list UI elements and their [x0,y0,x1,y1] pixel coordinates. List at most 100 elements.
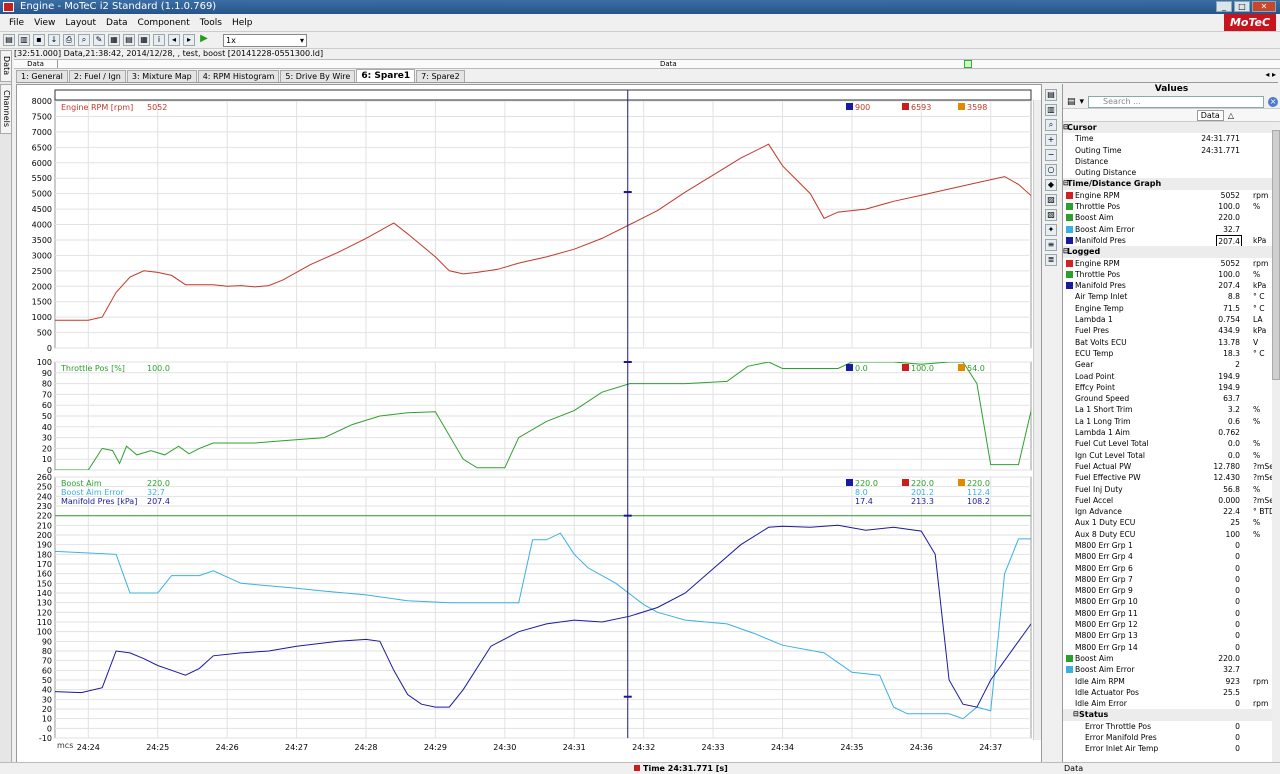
zoom-reset-icon[interactable]: ○ [1045,164,1057,176]
value-row[interactable]: M800 Err Grp 6 0 [1063,563,1280,574]
value-row[interactable]: Fuel Inj Duty 56.8% [1063,484,1280,495]
value-row[interactable]: M800 Err Grp 9 0 [1063,585,1280,596]
value-row[interactable]: Fuel Accel 0.000 ?mSec? [1063,495,1280,506]
value-row[interactable]: Throttle Pos 100.0% [1063,269,1280,280]
clear-search-icon[interactable]: × [1268,96,1279,107]
sort-icon[interactable]: △ [1228,111,1234,120]
value-row[interactable]: Fuel Actual PW 12.780 ?mSec? [1063,461,1280,472]
menu-file[interactable]: File [4,18,29,28]
value-row[interactable]: Gear 2 [1063,359,1280,370]
overlay-icon[interactable]: ▨ [1045,194,1057,206]
value-row[interactable]: M800 Err Grp 7 0 [1063,574,1280,585]
print-icon[interactable]: ⎙ [63,34,75,46]
values-scrollbar[interactable] [1272,124,1280,764]
timeline-marker[interactable] [964,60,972,68]
values-section[interactable]: ⊟ Status [1063,709,1280,721]
value-row[interactable]: Error Throttle Pos 0 [1063,721,1280,732]
value-row[interactable]: M800 Err Grp 10 0 [1063,596,1280,607]
tab-6[interactable]: 6: Spare1 [356,69,416,82]
value-row[interactable]: M800 Err Grp 12 0 [1063,619,1280,630]
edit-icon[interactable]: ✎ [93,34,105,46]
values-scroll-thumb[interactable] [1272,130,1280,380]
value-row[interactable]: Load Point 194.9 [1063,371,1280,382]
value-row[interactable]: Boost Aim 220.0 [1063,653,1280,664]
value-row[interactable]: Distance [1063,156,1280,167]
value-row[interactable]: M800 Err Grp 1 0 [1063,540,1280,551]
zoom-in-icon[interactable]: + [1045,134,1057,146]
menu-data[interactable]: Data [101,18,133,28]
value-row[interactable]: La 1 Long Trim 0.6% [1063,416,1280,427]
value-row[interactable]: Idle Actuator Pos 25.5 [1063,687,1280,698]
value-row[interactable]: Aux 8 Duty ECU 100% [1063,529,1280,540]
graph-properties-icon[interactable]: ▤ [1045,89,1057,101]
tab-5[interactable]: 5: Drive By Wire [280,70,356,82]
layout-icon[interactable]: ▦ [108,34,120,46]
value-row[interactable]: Bat Volts ECU 13.78 V [1063,337,1280,348]
value-row[interactable]: Manifold Pres 207.4 kPa [1063,234,1280,249]
value-row[interactable]: Lambda 1 Aim 0.762 [1063,427,1280,438]
collapse-icon[interactable]: ⊟ [1073,709,1079,720]
zoom-out-icon[interactable]: − [1045,149,1057,161]
tab-7[interactable]: 7: Spare2 [416,70,465,82]
value-row[interactable]: Time 24:31.771 [1063,133,1280,144]
value-row[interactable]: Idle Aim Error 0 rpm [1063,698,1280,709]
value-row[interactable]: ECU Temp 18.3 ° C [1063,348,1280,359]
close-button[interactable]: ✕ [1252,1,1276,12]
menu-component[interactable]: Component [133,18,195,28]
value-row[interactable]: Error Inlet Air Temp 0 [1063,743,1280,754]
value-row[interactable]: Fuel Cut Level Total 0.0% [1063,438,1280,449]
tab-3[interactable]: 3: Mixture Map [126,70,197,82]
value-row[interactable]: Idle Aim RPM 923 rpm [1063,676,1280,687]
value-row[interactable]: M800 Err Grp 13 0 [1063,630,1280,641]
tab-4[interactable]: 4: RPM Histogram [197,70,280,82]
side-tab-channels[interactable]: Channels [0,84,12,134]
graph-scrollbar[interactable] [1033,100,1041,740]
maximize-button[interactable]: □ [1234,1,1250,12]
split-icon[interactable]: ≡ [1045,239,1057,251]
open-folder-icon[interactable]: ▤ [3,34,15,46]
zoom-icon[interactable]: ⌕ [1045,119,1057,131]
forward-icon[interactable]: ▸ [183,34,195,46]
values-section[interactable]: ⊟ Logged [1063,246,1280,258]
open-file-icon[interactable]: ▥ [18,34,30,46]
download-icon[interactable]: ↓ [48,34,60,46]
value-row[interactable]: Outing Distance [1063,167,1280,178]
zoom-select[interactable]: 1x [223,33,307,47]
value-row[interactable]: Throttle Pos 100.0% [1063,201,1280,212]
value-row[interactable]: Manifold Pres 207.4 kPa [1063,280,1280,291]
print-preview-icon[interactable]: ⌕ [78,34,90,46]
info-icon[interactable]: i [153,34,165,46]
data-timeline[interactable]: Data Data [14,59,1280,69]
tab-2[interactable]: 2: Fuel / Ign [68,70,126,82]
value-row[interactable]: Boost Aim Error 32.7 [1063,224,1280,235]
value-row[interactable]: Engine RPM 5052 rpm [1063,258,1280,269]
tab-scroll-arrows[interactable]: ◂ ▸ [1265,70,1276,79]
table-icon[interactable]: ▤ [123,34,135,46]
value-row[interactable]: Lambda 1 0.754 LA [1063,314,1280,325]
filter-icon[interactable]: ▾ [1080,97,1085,107]
value-row[interactable]: Air Temp Inlet 8.8 ° C [1063,291,1280,302]
menu-layout[interactable]: Layout [60,18,101,28]
value-row[interactable]: Ign Cut Level Total 0.0% [1063,450,1280,461]
value-row[interactable]: Ground Speed 63.7 [1063,393,1280,404]
back-icon[interactable]: ◂ [168,34,180,46]
value-row[interactable]: Aux 1 Duty ECU 25% [1063,517,1280,528]
value-row[interactable]: Engine Temp 71.5 ° C [1063,303,1280,314]
value-row[interactable]: Engine RPM 5052 rpm [1063,190,1280,201]
value-row[interactable]: La 1 Short Trim 3.2% [1063,404,1280,415]
values-search-input[interactable]: Search ... [1088,95,1265,108]
play-icon[interactable]: ▶ [198,34,210,46]
value-row[interactable]: M800 Err Grp 14 0 [1063,642,1280,653]
value-row[interactable]: Effcy Point 194.9 [1063,382,1280,393]
values-section[interactable]: ⊟ Time/Distance Graph [1063,178,1280,190]
lightbulb-icon[interactable]: ✦ [1045,224,1057,236]
compare-icon[interactable]: ▧ [1045,209,1057,221]
graph-channel-icon[interactable]: ▥ [1045,104,1057,116]
menu-help[interactable]: Help [227,18,258,28]
graph-canvas[interactable]: 0500100015002000250030003500400045005000… [17,85,1041,763]
menu-tools[interactable]: Tools [195,18,227,28]
values-section[interactable]: ⊟ Cursor [1063,122,1280,134]
value-row[interactable]: Outing Time 24:31.771 [1063,145,1280,156]
save-icon[interactable]: ▪ [33,34,45,46]
value-row[interactable]: M800 Err Grp 4 0 [1063,551,1280,562]
